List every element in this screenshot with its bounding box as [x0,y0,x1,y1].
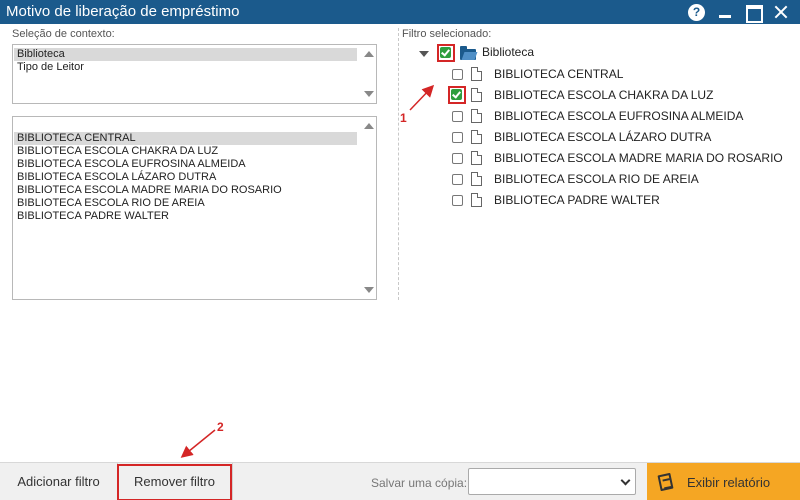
annotation-number: 2 [217,420,224,434]
save-copy-label: Salvar uma cópia: [371,476,468,490]
report-icon [657,472,674,492]
footer-bar: Adicionar filtro Remover filtro Salvar u… [0,462,800,500]
save-copy-select[interactable] [468,468,636,495]
annotation-highlight [117,464,232,500]
annotation-arrow-2 [180,429,216,458]
annotation-arrow-1 [409,84,435,111]
annotation-arrows [180,84,435,458]
divider [232,463,233,500]
show-report-button[interactable]: Exibir relatório [647,463,800,500]
annotation-number: 1 [400,111,407,125]
show-report-label: Exibir relatório [687,475,771,490]
add-filter-button[interactable]: Adicionar filtro [0,463,117,500]
chevron-down-icon [620,475,631,486]
